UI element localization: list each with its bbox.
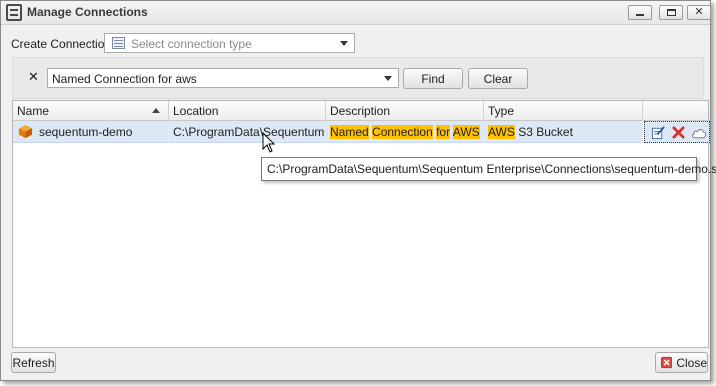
cloud-icon[interactable] <box>691 127 708 139</box>
chevron-down-icon <box>384 76 392 81</box>
column-header-name[interactable]: Name <box>13 101 169 121</box>
chevron-down-icon <box>340 41 348 46</box>
sort-ascending-icon <box>152 108 160 113</box>
refresh-button[interactable]: Refresh <box>11 352 56 373</box>
column-header-type[interactable]: Type <box>484 101 643 121</box>
column-header-actions <box>643 101 710 121</box>
connections-grid: Name Location Description Type sequentum… <box>12 100 710 348</box>
window-title: Manage Connections <box>27 5 148 19</box>
description-highlight: AWS <box>452 125 480 139</box>
connection-name: sequentum-demo <box>39 125 133 139</box>
search-input-value: Named Connection for aws <box>52 72 197 86</box>
clear-button[interactable]: Clear <box>468 68 528 89</box>
column-header-label: Description <box>330 104 391 118</box>
minimize-icon <box>636 14 644 16</box>
connection-location: C:\ProgramData\Sequentum... <box>173 125 326 139</box>
clear-search-x-icon[interactable]: ✕ <box>28 69 39 85</box>
connection-type-icon <box>112 37 125 49</box>
manage-connections-window: Manage Connections ✕ Create Connection S… <box>0 0 711 381</box>
mouse-cursor-icon <box>262 132 276 153</box>
type-text: S3 Bucket <box>514 125 573 139</box>
column-header-label: Type <box>488 104 515 118</box>
column-header-description[interactable]: Description <box>326 101 484 121</box>
window-close-button[interactable]: ✕ <box>687 5 711 20</box>
edit-icon[interactable] <box>651 125 666 140</box>
column-header-location[interactable]: Location <box>169 101 326 121</box>
column-header-label: Location <box>173 104 219 118</box>
cube-icon <box>18 124 33 139</box>
description-highlight: for <box>436 125 451 139</box>
create-connection-label: Create Connection <box>11 37 112 51</box>
maximize-icon <box>666 9 676 16</box>
cell-description: Named Connection for AWS S3 <box>326 121 484 143</box>
find-button[interactable]: Find <box>403 68 463 89</box>
title-bar: Manage Connections ✕ <box>1 1 711 25</box>
cell-name: sequentum-demo <box>13 121 169 143</box>
minimize-button[interactable] <box>628 5 652 20</box>
cell-type: AWS S3 Bucket <box>484 121 643 143</box>
maximize-button[interactable] <box>659 5 683 20</box>
delete-icon[interactable] <box>672 126 685 139</box>
row-actions <box>644 121 710 143</box>
close-red-icon <box>661 356 673 369</box>
cell-location: C:\ProgramData\Sequentum... <box>169 121 326 143</box>
close-button[interactable]: Close <box>655 352 708 373</box>
column-header-label: Name <box>17 104 50 118</box>
search-input[interactable]: Named Connection for aws <box>47 68 399 88</box>
type-highlight: AWS <box>488 125 515 139</box>
grid-header: Name Location Description Type <box>13 101 708 121</box>
close-icon: ✕ <box>694 6 704 18</box>
table-row[interactable]: sequentum-demo C:\ProgramData\Sequentum.… <box>13 121 643 143</box>
location-tooltip: C:\ProgramData\Sequentum\Sequentum Enter… <box>261 157 716 181</box>
app-icon <box>6 4 22 21</box>
description-highlight: Connection <box>372 125 433 139</box>
connection-type-placeholder: Select connection type <box>131 37 252 51</box>
search-panel: ✕ Named Connection for aws Find Clear <box>12 57 704 99</box>
connection-type-select[interactable]: Select connection type <box>104 33 355 53</box>
close-button-label: Close <box>676 355 707 370</box>
description-highlight: Named <box>330 125 369 139</box>
